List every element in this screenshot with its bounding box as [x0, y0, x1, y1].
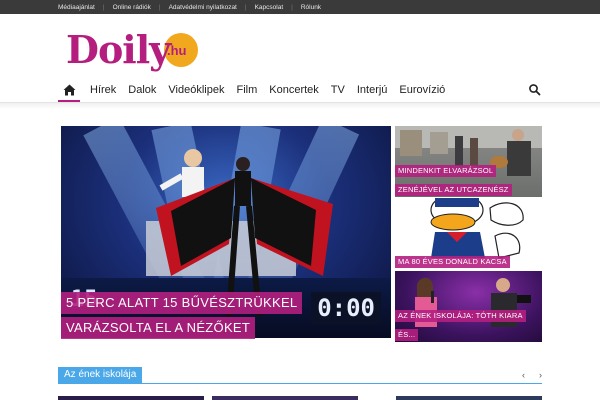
nav-item-film[interactable]: Film: [236, 84, 257, 96]
top-link-online-radiok[interactable]: Online rádiók: [113, 4, 151, 11]
top-link-kapcsolat[interactable]: Kapcsolat: [255, 4, 284, 11]
top-bar: Médiaajánlat | Online rádiók | Adatvédel…: [0, 0, 600, 14]
top-link-separator: |: [291, 3, 293, 11]
section-thumbnail[interactable]: [58, 396, 204, 400]
top-links: Médiaajánlat | Online rádiók | Adatvédel…: [58, 0, 321, 14]
side-article-3-caption-line2: ÉS...: [395, 329, 419, 341]
top-link-rolunk[interactable]: Rólunk: [301, 4, 321, 11]
home-icon[interactable]: [58, 79, 80, 101]
logo-word: Doily: [66, 27, 171, 72]
scoreboard-timer: 0:00: [311, 292, 381, 324]
nav-item-interju[interactable]: Interjú: [357, 84, 388, 96]
nav-item-eurovizio[interactable]: Eurovízió: [399, 84, 445, 96]
nav-item-hirek[interactable]: Hírek: [90, 84, 116, 96]
top-link-adatvedelem[interactable]: Adatvédelmi nyilatkozat: [169, 4, 237, 11]
top-link-separator: |: [244, 3, 247, 11]
nav-item-tv[interactable]: TV: [331, 84, 345, 96]
featured-main-caption-line2: VARÁZSOLTA EL A NÉZŐKET: [61, 317, 256, 339]
featured-side-article-3[interactable]: AZ ÉNEK ISKOLÁJA: TÓTH KIARA ÉS...: [395, 271, 542, 342]
logo-tld: .hu: [167, 43, 187, 58]
side-article-1-caption-line1: MINDENKIT ELVARÁZSOL: [395, 165, 497, 177]
site-logo[interactable]: Doily .hu: [66, 30, 206, 74]
top-link-separator: |: [102, 3, 105, 11]
side-article-1-caption-line2: ZENÉJÉVEL AZ UTCAZENÉSZ: [395, 184, 512, 196]
nav-item-koncertek[interactable]: Koncertek: [269, 84, 319, 96]
side-article-3-caption: AZ ÉNEK ISKOLÁJA: TÓTH KIARA ÉS...: [395, 305, 526, 342]
section-divider: [58, 383, 542, 384]
side-article-2-caption-line1: MA 80 ÉVES DONALD KACSA: [395, 256, 510, 268]
search-icon[interactable]: [528, 83, 542, 97]
featured-side-article-2[interactable]: MA 80 ÉVES DONALD KACSA: [395, 198, 542, 269]
section-thumbnail[interactable]: [396, 396, 542, 400]
nav-shadow: [0, 103, 600, 109]
featured-main-caption[interactable]: 5 PERC ALATT 15 BŰVÉSZTRÜKKEL VARÁZSOLTA…: [61, 292, 303, 339]
featured-side-article-1[interactable]: MINDENKIT ELVARÁZSOL ZENÉJÉVEL AZ UTCAZE…: [395, 126, 542, 197]
featured-main-caption-line1: 5 PERC ALATT 15 BŰVÉSZTRÜKKEL: [61, 292, 303, 314]
side-article-2-caption: MA 80 ÉVES DONALD KACSA: [395, 251, 510, 269]
top-link-mediaajanlat[interactable]: Médiaajánlat: [58, 4, 95, 11]
section-thumbnail[interactable]: [212, 396, 358, 400]
side-article-1-caption: MINDENKIT ELVARÁZSOL ZENÉJÉVEL AZ UTCAZE…: [395, 160, 512, 197]
main-nav: Hírek Dalok Videóklipek Film Koncertek T…: [58, 79, 542, 101]
chevron-left-icon[interactable]: ‹: [522, 369, 525, 381]
nav-item-videoklipek[interactable]: Videóklipek: [168, 84, 224, 96]
side-article-3-caption-line1: AZ ÉNEK ISKOLÁJA: TÓTH KIARA: [395, 310, 526, 322]
section-title[interactable]: Az ének iskolája: [58, 367, 143, 383]
top-link-separator: |: [158, 3, 161, 11]
nav-item-dalok[interactable]: Dalok: [128, 84, 156, 96]
section-carousel-arrows: ‹ ›: [522, 369, 542, 381]
chevron-right-icon[interactable]: ›: [539, 369, 542, 381]
